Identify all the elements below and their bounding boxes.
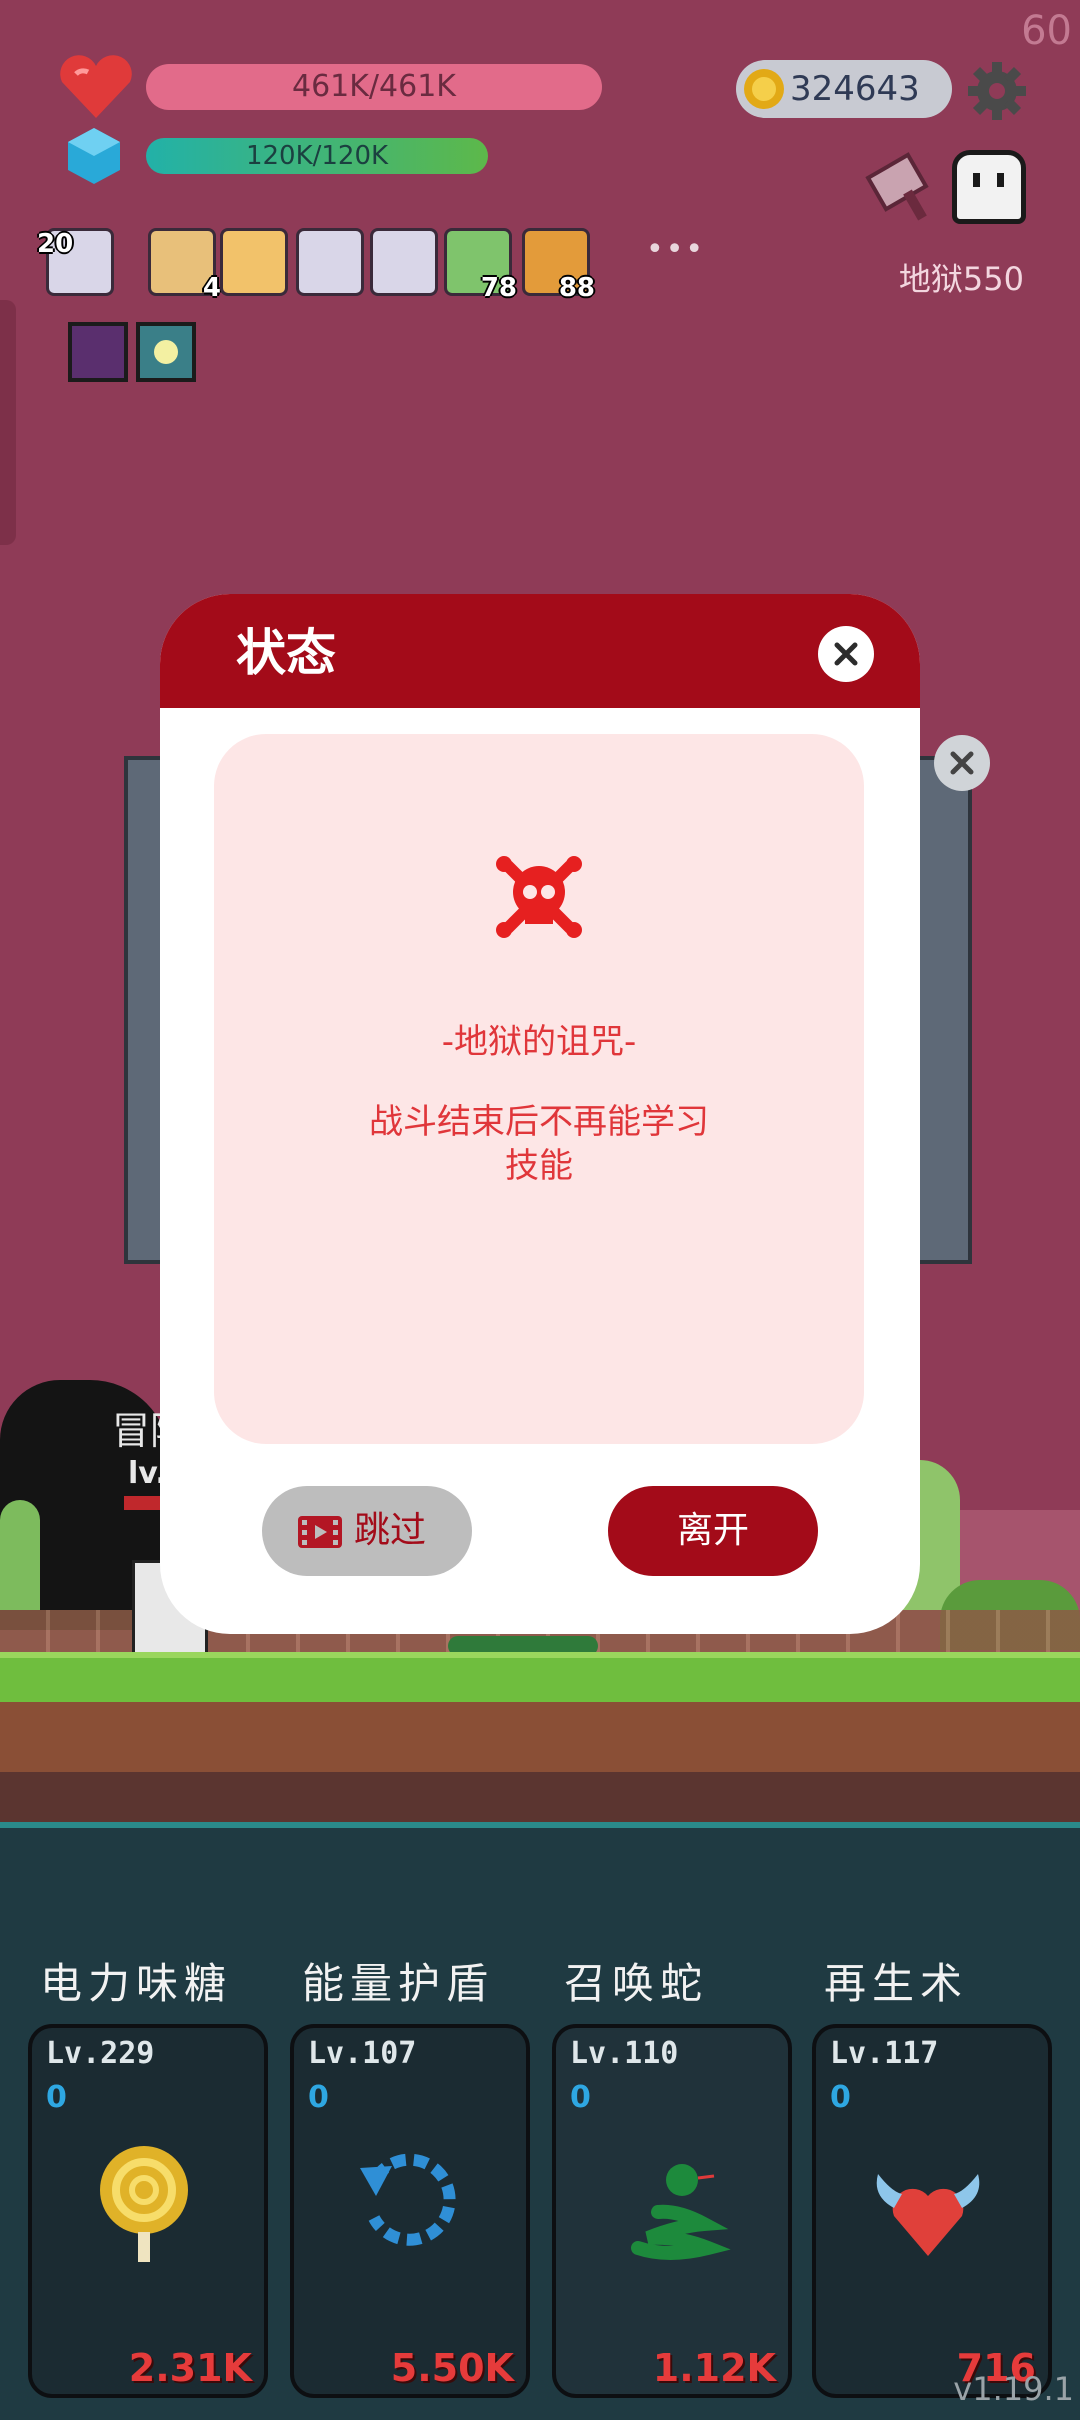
dialog-title: 状态 (236, 624, 336, 682)
skill-cards: 电力味糖 Lv.229 0 2.31K 能量护盾 Lv.107 0 5.50K 召唤蛇 Lv.11… (0, 1950, 1080, 2400)
leave-label: 离开 (676, 1510, 749, 1551)
skill-points: 0 (570, 2080, 591, 2115)
background-panel-close-button[interactable] (934, 735, 990, 791)
coin-count: 324643 (790, 69, 920, 109)
buff-demon-icon[interactable] (68, 322, 128, 382)
skill-cost: 5.50K (390, 2346, 514, 2390)
skill-card[interactable]: Lv.229 0 2.31K (28, 2024, 268, 2398)
scroll-gift-icon[interactable]: 20 (37, 228, 114, 296)
heart-icon (60, 55, 132, 118)
skill-points: 0 (830, 2080, 851, 2115)
skill-points: 0 (46, 2080, 67, 2115)
winged-heart-icon (876, 2174, 980, 2256)
scroll-gift-icon[interactable] (296, 228, 364, 296)
leave-button[interactable]: 离开 (608, 1486, 818, 1576)
skill-level: Lv.110 (570, 2036, 679, 2071)
recipe-icon[interactable] (220, 228, 288, 296)
items-row: 20 4 78 88 (36, 222, 596, 303)
gear-icon[interactable] (966, 60, 1028, 122)
bush-left (0, 1500, 40, 1610)
buff-light-icon[interactable] (136, 322, 196, 382)
skill-cost: 1.12K (652, 2346, 776, 2390)
coin-icon (744, 69, 784, 109)
snake-icon (631, 2164, 731, 2260)
energy-bar: 120K/120K (146, 138, 488, 174)
lollipop-icon (100, 2146, 188, 2262)
dirt-layer (0, 1702, 1080, 1772)
skip-button[interactable]: 跳过 (262, 1486, 472, 1576)
skull-crossbones-icon (496, 856, 582, 938)
dialog-close-button[interactable] (818, 626, 874, 682)
skill-name: 再生术 (824, 1959, 969, 2008)
rotate-shield-icon (360, 2153, 456, 2246)
cleaver-icon[interactable] (860, 146, 944, 230)
cash-heart-icon[interactable]: 78 (444, 228, 517, 303)
item-count: 88 (558, 273, 595, 303)
ghost-icon[interactable] (952, 150, 1026, 224)
item-count: 78 (480, 273, 517, 303)
stage-label: 地狱550 (898, 260, 1024, 298)
grass-strip (0, 1652, 1080, 1708)
skill-level: Lv.229 (46, 2036, 155, 2071)
skill-name: 电力味糖 (40, 1959, 233, 2008)
skill-card[interactable]: Lv.107 0 5.50K (290, 2024, 530, 2398)
skill-level: Lv.107 (308, 2036, 417, 2071)
status-dialog: 状态 -地狱的诅咒- 战斗结束后不再能学习技能 跳过 离开 (160, 594, 920, 1634)
energy-text: 120K/120K (245, 141, 389, 171)
coin-display[interactable]: 324643 (736, 60, 952, 118)
book-icon[interactable]: 88 (522, 228, 595, 303)
hp-text: 461K/461K (292, 69, 456, 104)
curse-panel: -地狱的诅咒- 战斗结束后不再能学习技能 (214, 734, 864, 1444)
close-icon (834, 642, 858, 666)
item-count: 4 (202, 273, 221, 303)
scroll-gift-icon[interactable] (370, 228, 438, 296)
item-count: 20 (37, 229, 74, 259)
left-edge-tab[interactable] (0, 300, 16, 545)
crystal-icon (68, 128, 120, 184)
fps-counter: 60 (1021, 8, 1072, 54)
skill-level: Lv.117 (830, 2036, 939, 2071)
version-label: v1.19.1 (953, 2370, 1074, 2408)
skill-name: 能量护盾 (302, 1959, 495, 2008)
skill-card[interactable]: Lv.117 0 716 (812, 2024, 1052, 2398)
hp-bar: 461K/461K (146, 64, 602, 110)
video-icon (298, 1516, 342, 1548)
skill-points: 0 (308, 2080, 329, 2115)
close-icon (950, 751, 974, 775)
curse-title: -地狱的诅咒- (441, 1022, 637, 1062)
skill-card[interactable]: Lv.110 0 1.12K (552, 2024, 792, 2398)
skill-cost: 2.31K (128, 2346, 252, 2390)
map-icon[interactable]: 4 (148, 228, 221, 303)
deep-dirt-layer (0, 1772, 1080, 1822)
player-hp-bar (124, 1496, 164, 1510)
dialog-header: 状态 (160, 594, 920, 708)
skill-name: 召唤蛇 (564, 1959, 709, 2008)
curse-description: 战斗结束后不再能学习技能 (369, 1102, 709, 1186)
more-items-button[interactable]: ••• (646, 232, 705, 267)
skip-label: 跳过 (354, 1510, 427, 1551)
